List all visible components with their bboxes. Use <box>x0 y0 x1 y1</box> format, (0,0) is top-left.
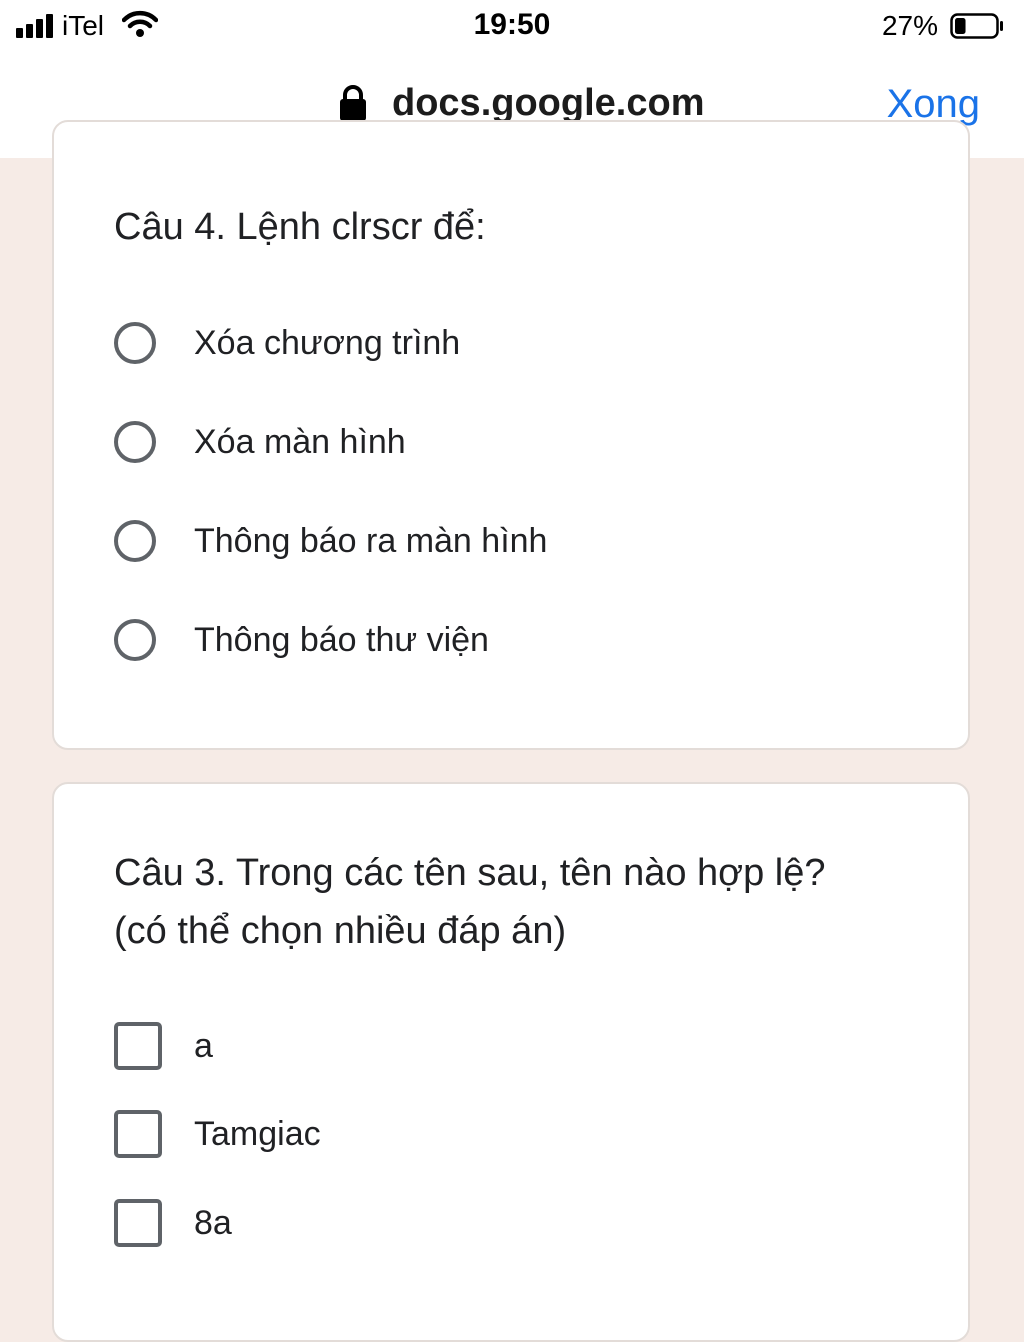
radio-button-icon[interactable] <box>114 520 156 562</box>
radio-option[interactable]: Xóa chương trình <box>114 322 874 382</box>
question-card-4: Câu 4. Lệnh clrscr để: Xóa chương trình … <box>52 120 970 750</box>
battery-percent: 27% <box>881 10 938 41</box>
option-label: Thông báo ra màn hình <box>194 522 548 560</box>
checkbox-option[interactable]: Tamgiac <box>114 1110 874 1170</box>
checkbox-icon[interactable] <box>114 1110 162 1158</box>
option-label: Xóa màn hình <box>194 423 406 461</box>
status-bar: iTel 19:50 27% <box>0 0 1024 52</box>
clock-time: 19:50 <box>473 8 551 41</box>
battery-icon <box>950 13 1003 39</box>
radio-button-icon[interactable] <box>114 421 156 463</box>
checkbox-icon[interactable] <box>114 1022 162 1070</box>
question-title: Câu 4. Lệnh clrscr để: <box>114 206 486 248</box>
option-label: 8a <box>194 1204 232 1242</box>
option-label: Xóa chương trình <box>194 324 461 362</box>
radio-button-icon[interactable] <box>114 619 156 661</box>
checkbox-icon[interactable] <box>114 1199 162 1247</box>
lock-icon <box>340 85 366 121</box>
url-text[interactable]: docs.google.com <box>392 82 704 125</box>
option-label: Thông báo thư viện <box>194 621 489 659</box>
question-card-3: Câu 3. Trong các tên sau, tên nào hợp lệ… <box>52 782 970 1342</box>
option-label: Tamgiac <box>194 1115 321 1153</box>
option-label: a <box>194 1027 213 1065</box>
radio-option[interactable]: Thông báo ra màn hình <box>114 520 874 580</box>
question-subtitle: (có thể chọn nhiều đáp án) <box>114 910 567 952</box>
checkbox-option[interactable]: 8a <box>114 1199 874 1259</box>
question-title: Câu 3. Trong các tên sau, tên nào hợp lệ… <box>114 844 894 960</box>
radio-option[interactable]: Thông báo thư viện <box>114 619 874 679</box>
question-title-line: Câu 3. Trong các tên sau, tên nào hợp lệ… <box>114 852 826 894</box>
checkbox-option[interactable]: a <box>114 1022 874 1082</box>
radio-option[interactable]: Xóa màn hình <box>114 421 874 481</box>
radio-button-icon[interactable] <box>114 322 156 364</box>
